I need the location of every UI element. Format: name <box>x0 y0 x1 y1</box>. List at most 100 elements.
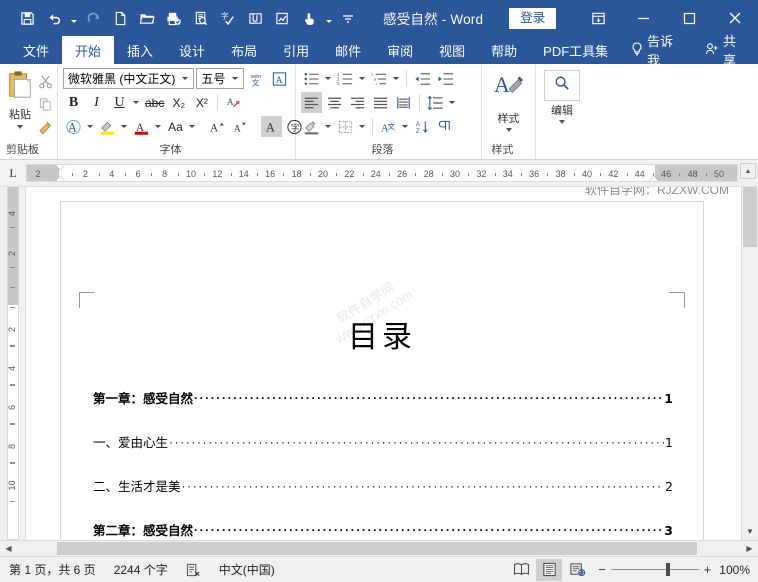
zoom-slider[interactable]: − + <box>598 562 711 577</box>
tab-review[interactable]: 审阅 <box>374 36 426 64</box>
tell-me-button[interactable]: 告诉我 <box>621 34 695 68</box>
tab-layout[interactable]: 布局 <box>218 36 270 64</box>
vertical-scrollbar[interactable]: ▼ <box>741 187 758 540</box>
change-case-dropdown-icon[interactable] <box>186 125 197 128</box>
line-spacing-dropdown-icon[interactable] <box>446 101 457 104</box>
asian-layout-dropdown-icon[interactable] <box>399 125 410 128</box>
superscript-button[interactable]: X² <box>191 92 212 113</box>
zoom-track[interactable] <box>610 563 699 576</box>
distribute-icon[interactable] <box>393 92 414 113</box>
attachment-icon[interactable] <box>242 5 268 31</box>
hanging-indent-marker[interactable] <box>55 176 65 181</box>
sign-in-button[interactable]: 登录 <box>509 7 557 29</box>
spelling-check-icon[interactable]: 字 <box>215 5 241 31</box>
tab-insert[interactable]: 插入 <box>114 36 166 64</box>
touch-mode-dropdown-icon[interactable] <box>323 5 334 31</box>
editing-button[interactable]: 编辑 <box>541 68 583 124</box>
multilevel-dropdown-icon[interactable] <box>390 77 401 80</box>
styles-dropdown-icon[interactable] <box>505 128 512 132</box>
hscroll-thumb[interactable] <box>57 542 697 555</box>
font-color-button[interactable]: A <box>131 116 163 137</box>
highlight-button[interactable] <box>97 116 129 137</box>
align-center-icon[interactable] <box>324 92 345 113</box>
change-case-button[interactable]: Aa <box>165 116 197 137</box>
new-document-icon[interactable] <box>107 5 133 31</box>
open-folder-icon[interactable] <box>134 5 160 31</box>
increase-indent-icon[interactable] <box>435 68 456 89</box>
shading-dropdown-icon[interactable] <box>322 125 333 128</box>
edit-chart-icon[interactable] <box>269 5 295 31</box>
editing-dropdown-icon[interactable] <box>559 120 565 124</box>
tab-references[interactable]: 引用 <box>270 36 322 64</box>
bullets-dropdown-icon[interactable] <box>322 77 333 80</box>
text-effects-button[interactable]: A <box>63 116 95 137</box>
vscroll-thumb[interactable] <box>743 187 757 247</box>
sort-icon[interactable]: AZ <box>412 116 433 137</box>
tab-mailings[interactable]: 邮件 <box>322 36 374 64</box>
zoom-in-button[interactable]: + <box>704 562 712 577</box>
show-marks-icon[interactable] <box>435 116 456 137</box>
strikethrough-button[interactable]: abc <box>143 92 166 113</box>
toc-entry[interactable]: 第一章：感受自然 ·······························… <box>93 388 673 407</box>
underline-button[interactable]: U <box>109 92 141 113</box>
save-icon[interactable] <box>14 5 40 31</box>
word-count[interactable]: 2244 个字 <box>105 561 177 578</box>
hscroll-right-arrow[interactable]: ▶ <box>741 541 758 556</box>
zoom-out-button[interactable]: − <box>598 562 606 577</box>
language-indicator[interactable]: 中文(中国) <box>210 561 284 578</box>
bold-button[interactable]: B <box>63 92 84 113</box>
touch-mode-icon[interactable] <box>296 5 322 31</box>
toc-entry[interactable]: 第二章：感受自然 ·······························… <box>93 520 673 539</box>
scroll-up-arrow-top[interactable]: ▲ <box>740 163 756 179</box>
tab-home[interactable]: 开始 <box>62 36 115 64</box>
undo-icon[interactable] <box>41 5 67 31</box>
customize-qat-icon[interactable] <box>335 5 361 31</box>
proofing-status-icon[interactable] <box>177 563 210 577</box>
grow-font-icon[interactable]: A <box>207 116 228 137</box>
zoom-handle[interactable] <box>665 563 670 576</box>
paste-button[interactable]: 粘贴 <box>5 68 35 129</box>
decrease-indent-icon[interactable] <box>412 68 433 89</box>
tab-help[interactable]: 帮助 <box>478 36 530 64</box>
italic-button[interactable]: I <box>86 92 107 113</box>
borders-button[interactable] <box>335 116 367 137</box>
text-effects-dropdown-icon[interactable] <box>84 125 95 128</box>
undo-dropdown-icon[interactable] <box>68 5 79 31</box>
font-size-combo[interactable]: 五号 <box>196 68 244 89</box>
hscroll-left-arrow[interactable]: ◀ <box>0 541 17 556</box>
character-border-icon[interactable]: A <box>269 68 290 89</box>
print-layout-view-button[interactable] <box>536 558 563 581</box>
align-left-icon[interactable] <box>301 92 322 113</box>
cut-icon[interactable] <box>35 71 55 91</box>
numbering-dropdown-icon[interactable] <box>356 77 367 80</box>
tab-file[interactable]: 文件 <box>10 36 62 64</box>
vscroll-track[interactable] <box>742 187 758 523</box>
toc-entry[interactable]: 一、爱由心生 ·································… <box>93 432 673 451</box>
horizontal-ruler[interactable]: 2 2 4 6 8 10 12 14 16 18 20 22 24 26 28 30 32 34 36 38 40 42… <box>26 164 738 182</box>
first-line-indent-marker[interactable] <box>55 165 65 170</box>
align-right-icon[interactable] <box>347 92 368 113</box>
tab-pdf-tools[interactable]: PDF工具集 <box>530 36 621 64</box>
clear-formatting-icon[interactable]: A <box>223 92 244 113</box>
vertical-ruler[interactable]: 4 2 2 4 6 8 10 <box>0 187 26 540</box>
asian-layout-button[interactable]: A文 <box>378 116 410 137</box>
zoom-level[interactable]: 100% <box>713 563 750 577</box>
highlight-dropdown-icon[interactable] <box>118 125 129 128</box>
web-layout-view-button[interactable] <box>564 559 590 581</box>
toc-entry[interactable]: 二、生活才是美 ································… <box>93 476 673 495</box>
copy-icon[interactable] <box>35 94 55 114</box>
document-page[interactable]: 软件自学网 www.rjzxw.com 目录 第一章：感受自然 ·········… <box>60 201 704 540</box>
character-shading-icon[interactable]: A <box>261 116 282 137</box>
subscript-button[interactable]: X₂ <box>168 92 189 113</box>
tab-design[interactable]: 设计 <box>166 36 218 64</box>
right-indent-marker[interactable] <box>649 176 659 181</box>
ribbon-display-options-icon[interactable] <box>576 0 620 36</box>
paste-dropdown-icon[interactable] <box>17 125 23 129</box>
styles-button[interactable]: A 样式 <box>487 68 530 132</box>
numbering-button[interactable]: 123 <box>335 68 367 89</box>
document-area[interactable]: 软件自学网：RJZXW.COM 软件自学网 www.rjzxw.com 目录 第一… <box>26 187 741 540</box>
print-preview-icon[interactable] <box>188 5 214 31</box>
font-size-dropdown-icon[interactable] <box>228 77 241 80</box>
font-color-dropdown-icon[interactable] <box>152 125 163 128</box>
scroll-down-arrow[interactable]: ▼ <box>742 523 758 540</box>
